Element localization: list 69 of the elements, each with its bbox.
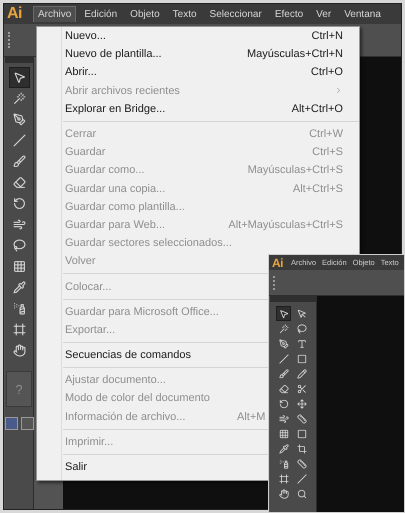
wind-icon[interactable] [12,218,26,231]
menu-title[interactable]: Seleccionar [204,6,267,22]
menu-title[interactable]: Efecto [270,6,308,22]
eraser-icon[interactable] [278,384,288,394]
line-icon[interactable] [278,354,288,364]
ruler-icon[interactable] [296,414,306,424]
hand-icon[interactable] [278,488,288,498]
rotate-icon[interactable] [12,197,26,210]
shortcut-label: Alt+M [237,410,266,423]
shortcut-label: Alt+Mayúsculas+Ctrl+S [228,218,343,231]
wind-icon[interactable] [278,414,288,424]
pipette-icon[interactable] [278,444,288,454]
shortcut-label: Mayúsculas+Ctrl+N [247,48,343,60]
menu-item[interactable]: Secuencias de comandos [65,349,191,362]
menu-title[interactable]: Texto [168,6,202,22]
help-label: ? [6,371,32,407]
shortcut-label: Ctrl+S [312,146,343,158]
stroke-swatch[interactable] [20,417,34,430]
grip-icon[interactable] [8,32,12,48]
scissors-icon[interactable] [296,384,306,394]
menu-item[interactable]: Salir [65,461,88,474]
arrow-icon[interactable] [296,308,306,318]
menu-item[interactable]: Nuevo de plantilla... [65,48,162,60]
zoom-icon[interactable] [296,488,306,498]
app-logo: Ai [272,256,283,270]
shortcut-label: Mayúsculas+Ctrl+S [248,164,343,176]
grid-icon[interactable] [278,428,288,438]
pointer-icon[interactable] [12,71,26,84]
square-icon[interactable] [296,354,306,364]
fill-swatch[interactable] [4,417,18,430]
brush-icon[interactable] [12,155,26,168]
menu-item[interactable]: Explorar en Bridge... [65,102,166,115]
menu-title[interactable]: Objeto [125,6,165,22]
menu-title[interactable]: Archivo [33,6,76,22]
crop-icon[interactable] [296,444,306,454]
hand-icon[interactable] [12,344,26,357]
pointer-icon[interactable] [278,308,288,318]
eraser-icon[interactable] [12,176,26,189]
rotate-icon[interactable] [278,398,288,408]
type-icon[interactable] [296,338,306,348]
shortcut-label: Ctrl+N [312,30,343,42]
app-logo: Ai [7,5,22,23]
frame-icon[interactable] [12,323,26,336]
menu-item[interactable]: Nuevo... [65,30,106,42]
menu-title[interactable]: Ventana [339,6,386,22]
menu-item[interactable]: Abrir... [65,66,97,78]
shortcut-label: Alt+Ctrl+O [292,102,343,115]
wand-icon[interactable] [12,92,26,105]
shortcut-label: Ctrl+W [309,128,343,140]
lasso-icon[interactable] [12,239,26,252]
pen-icon[interactable] [278,338,288,348]
brush-icon[interactable] [278,368,288,378]
shortcut-label: Alt+Ctrl+S [292,182,343,195]
menu-title[interactable]: Ver [311,6,336,22]
wand-icon[interactable] [278,324,288,334]
spray-can-icon[interactable] [12,302,26,315]
lasso-icon[interactable] [296,324,306,334]
pencil-icon[interactable] [296,368,306,378]
grid-icon[interactable] [12,260,26,273]
move-icon[interactable] [296,398,306,408]
menu-title[interactable]: Edición [79,6,122,22]
grip-icon[interactable] [273,276,277,290]
pen-icon[interactable] [12,113,26,126]
shortcut-label: Ctrl+O [310,66,343,78]
frame-icon[interactable] [278,474,288,484]
line-icon[interactable] [12,134,26,147]
square-icon[interactable] [296,428,306,438]
pipette-icon[interactable] [12,281,26,294]
ruler-icon[interactable] [296,458,306,468]
